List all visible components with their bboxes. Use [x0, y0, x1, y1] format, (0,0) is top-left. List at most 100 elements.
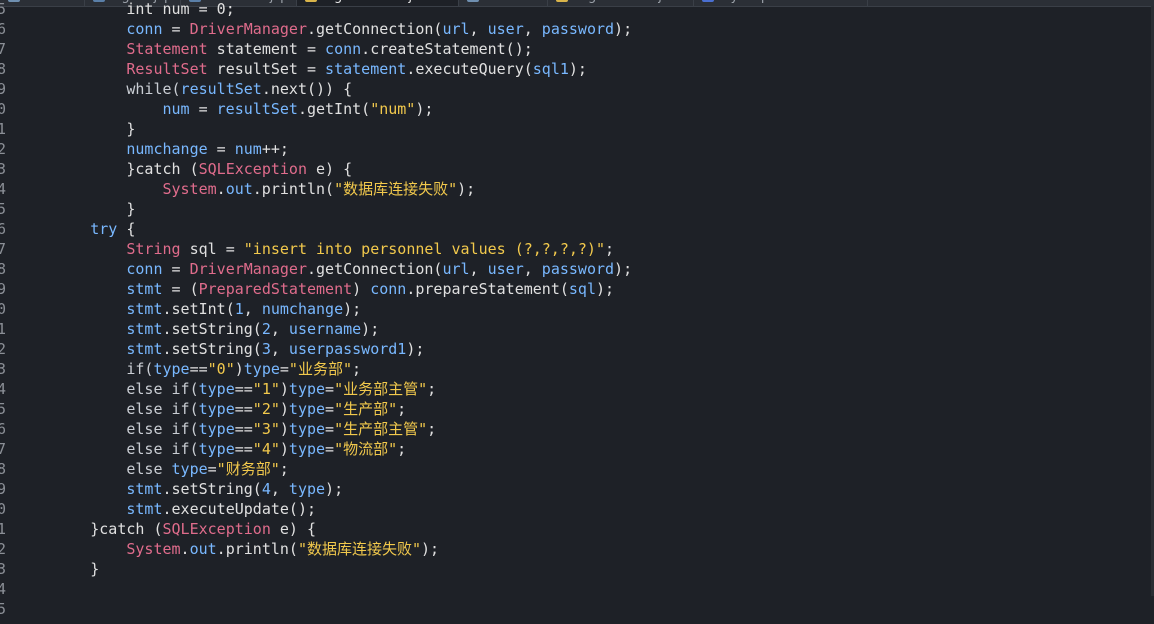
code-token: DriverManager [189, 20, 307, 38]
code-token: .getConnection( [306, 260, 443, 278]
code-text: System.out.println("数据库连接失败"); [126, 539, 439, 559]
line-number: 0 [0, 300, 6, 318]
code-token: , [523, 20, 542, 38]
line-number: 5 [0, 400, 6, 418]
line-number: 4 [0, 180, 6, 198]
code-token: ) [279, 400, 289, 418]
code-text: ResultSet resultSet = statement.executeQ… [126, 59, 587, 79]
line-number: 0 [0, 100, 6, 118]
code-token: = [207, 140, 235, 158]
code-token: System [126, 540, 181, 558]
code-token: ); [614, 20, 633, 38]
line-number: 9 [0, 80, 6, 98]
code-text: } [126, 199, 135, 219]
code-token: stmt [126, 300, 163, 318]
code-token: user [487, 20, 524, 38]
code-token: , [469, 260, 488, 278]
code-token: , [469, 20, 488, 38]
code-token: else if( [126, 440, 199, 458]
code-token: ; [351, 360, 362, 378]
code-token: numchange [126, 140, 208, 158]
code-token: "2" [252, 400, 280, 418]
code-token: } [90, 560, 100, 578]
line-number: 5 [0, 200, 6, 218]
code-editor[interactable]: 5 int num = 0; 6 conn = DriverManager.getCo… [0, 0, 1154, 624]
code-token: = [325, 420, 335, 438]
code-token: type [198, 440, 235, 458]
code-text: stmt.setString(4, type); [126, 479, 343, 499]
line-number: 6 [0, 220, 6, 238]
line-number: 9 [0, 480, 6, 498]
code-token: == [234, 400, 253, 418]
code-token: = [207, 460, 217, 478]
code-token: resultSet = [207, 60, 326, 78]
code-token: { [117, 220, 136, 238]
code-token: ; [279, 460, 289, 478]
code-text: stmt.setString(3, userpassword1); [126, 339, 424, 359]
code-token: conn [126, 20, 163, 38]
code-token: type [288, 400, 326, 418]
code-token: out [189, 540, 217, 558]
line-number: 6 [0, 420, 6, 438]
code-token: ResultSet [126, 60, 208, 78]
code-token: e) { [270, 520, 317, 538]
code-text: } [126, 119, 135, 139]
line-number: 3 [0, 560, 6, 578]
code-token: statement [325, 60, 407, 78]
code-text: else if(type=="1")type="业务部主管"; [126, 379, 436, 399]
code-token: == [189, 360, 208, 378]
code-token: ); [568, 60, 587, 78]
code-token: else if( [126, 420, 199, 438]
code-token: SQLException [198, 160, 307, 178]
line-number: 2 [0, 140, 6, 158]
code-token: , [243, 300, 262, 318]
code-token: num [234, 140, 262, 158]
code-token: } [126, 200, 136, 218]
code-token: type [198, 400, 235, 418]
code-token: .getInt( [297, 100, 371, 118]
code-token: == [234, 420, 253, 438]
code-token: "1" [252, 380, 280, 398]
code-token: type [198, 420, 235, 438]
line-number: 6 [0, 20, 6, 38]
line-number: 8 [0, 60, 6, 78]
line-number: 7 [0, 440, 6, 458]
code-token: stmt [126, 280, 163, 298]
code-token: "4" [252, 440, 280, 458]
code-token: = [279, 360, 289, 378]
code-token: type [288, 440, 326, 458]
line-number: 8 [0, 460, 6, 478]
code-token: ; [427, 420, 437, 438]
code-token: else if( [126, 380, 199, 398]
code-token: }catch ( [90, 520, 163, 538]
code-token: .prepareStatement( [406, 280, 569, 298]
code-token: type [198, 380, 235, 398]
code-token: "业务部" [288, 360, 352, 378]
code-token: ); [406, 340, 425, 358]
line-number: 5 [0, 600, 6, 618]
code-token: sql1 [532, 60, 569, 78]
code-token: "财务部" [216, 460, 280, 478]
code-token: , [270, 340, 289, 358]
code-token: conn [370, 280, 407, 298]
code-token: .setInt( [162, 300, 235, 318]
code-token: stmt [126, 480, 163, 498]
code-token: url [442, 260, 470, 278]
code-token: else [126, 460, 172, 478]
code-text: else if(type=="2")type="生产部"; [126, 399, 406, 419]
code-token: ); [343, 300, 362, 318]
code-text: stmt.setInt(1, numchange); [126, 299, 361, 319]
code-token: = [325, 380, 335, 398]
code-text: try { [90, 219, 135, 239]
code-text: Statement statement = conn.createStateme… [126, 39, 532, 59]
code-token: ); [415, 100, 434, 118]
code-token: "num" [370, 100, 416, 118]
code-token: sql = [180, 240, 244, 258]
code-token: "数据库连接失败" [334, 180, 458, 198]
code-token: user [487, 260, 524, 278]
code-text: System.out.println("数据库连接失败"); [162, 179, 475, 199]
code-token: resultSet [180, 80, 262, 98]
code-text: conn = DriverManager.getConnection(url, … [126, 259, 632, 279]
code-token: ); [595, 280, 615, 298]
code-token: type [288, 480, 326, 498]
